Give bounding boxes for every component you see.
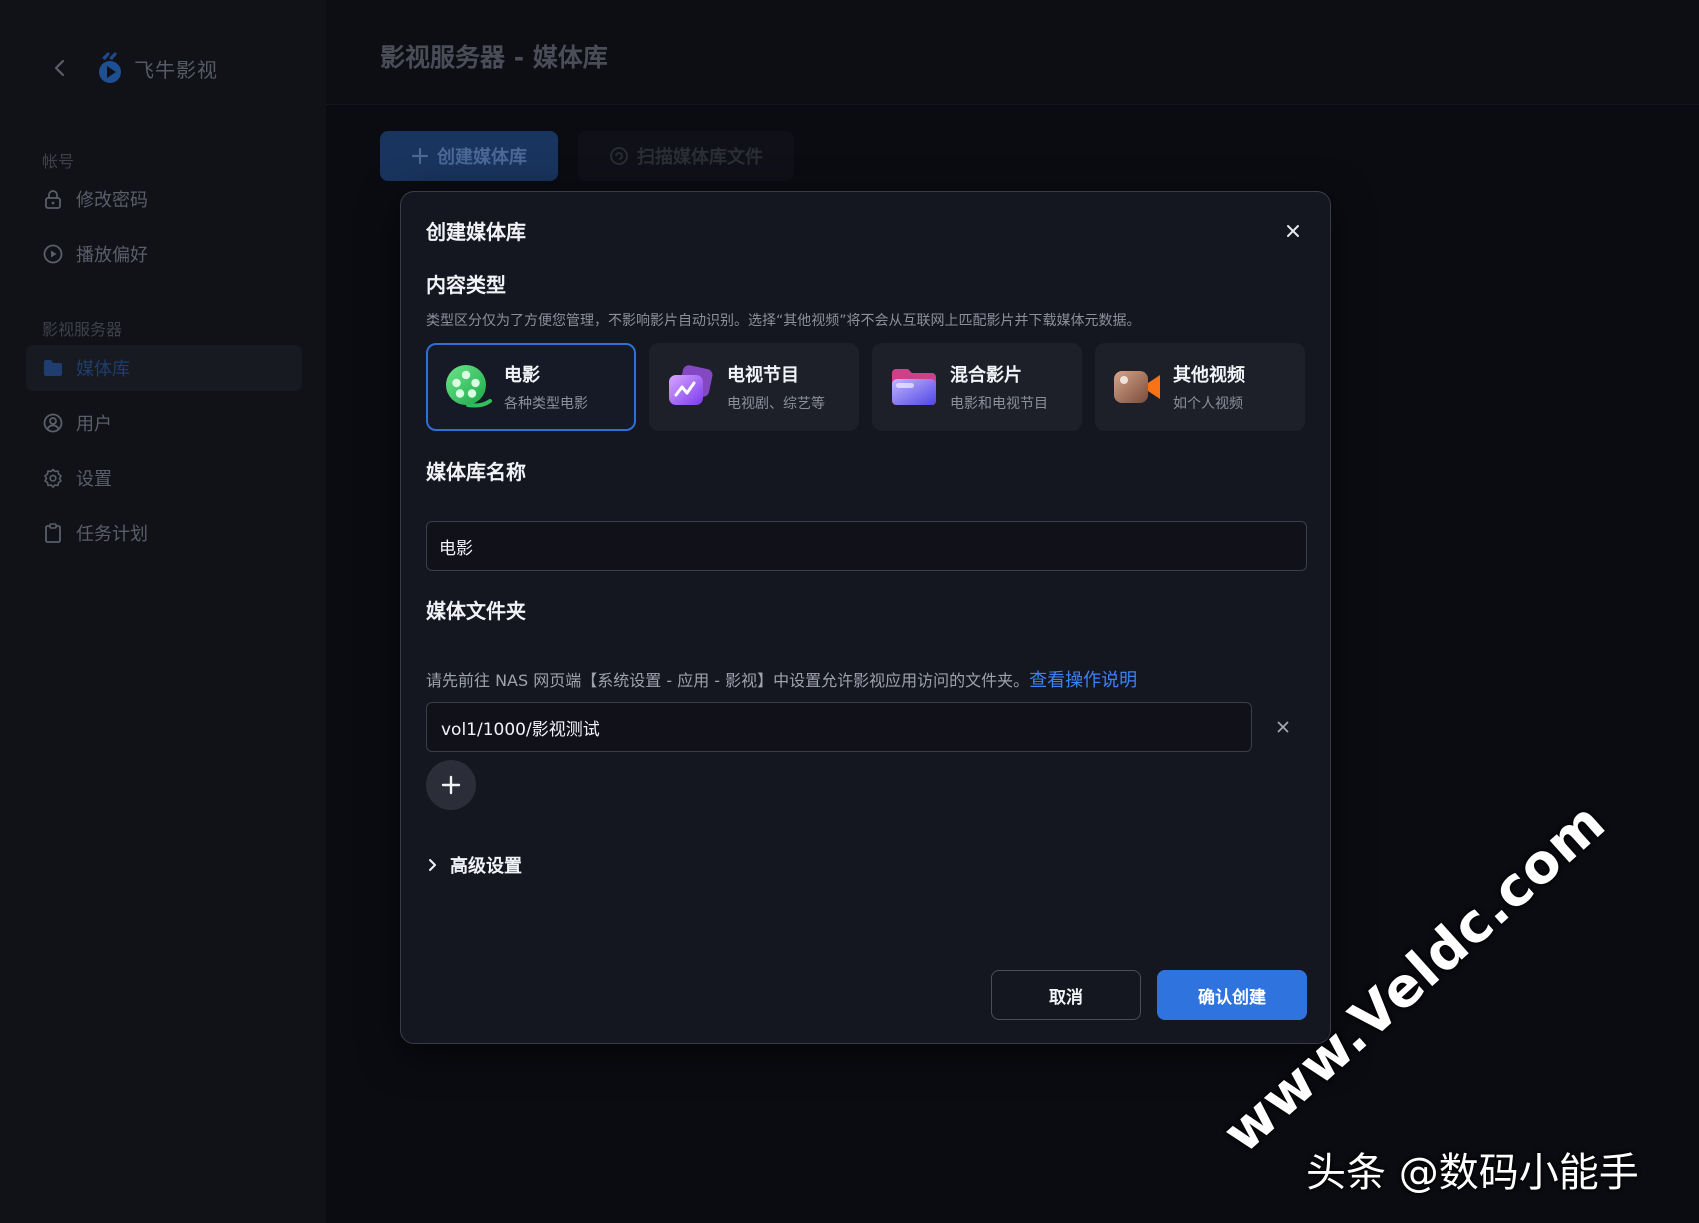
media-folder-hint-text: 请先前往 NAS 网页端【系统设置 - 应用 - 影视】中设置允许影视应用访问的…: [426, 671, 1030, 690]
sidebar-item-label: 修改密码: [76, 190, 148, 211]
type-option-desc: 电影和电视节目: [950, 396, 1048, 412]
type-option-desc: 电视剧、综艺等: [727, 396, 825, 412]
library-name-input[interactable]: [426, 521, 1307, 571]
type-option-other-video[interactable]: 其他视频 如个人视频: [1095, 343, 1305, 431]
sidebar-item-label: 播放偏好: [76, 245, 148, 266]
close-icon: [1287, 225, 1299, 237]
plus-icon: [411, 147, 429, 165]
add-folder-button[interactable]: [426, 760, 476, 810]
back-button[interactable]: [48, 56, 72, 80]
create-library-button[interactable]: 创建媒体库: [380, 131, 558, 181]
confirm-create-button[interactable]: 确认创建: [1157, 970, 1307, 1020]
sidebar-item-label: 媒体库: [76, 359, 130, 380]
gear-icon: [42, 467, 64, 489]
tv-icon: [669, 365, 713, 405]
media-folder-path-input[interactable]: [426, 702, 1252, 752]
lock-icon: [42, 188, 64, 210]
chevron-left-icon: [54, 59, 65, 77]
type-option-desc: 各种类型电影: [504, 396, 588, 412]
type-option-name: 电影: [504, 365, 540, 386]
sidebar: 飞牛影视 帐号 修改密码 播放偏好 影视服务器 媒体库 用户 设置 任务计划: [0, 0, 326, 1223]
sidebar-item-scheduled-tasks[interactable]: 任务计划: [26, 510, 302, 556]
remove-folder-button[interactable]: [1271, 715, 1295, 739]
view-instructions-link[interactable]: 查看操作说明: [1029, 670, 1137, 691]
scan-library-label: 扫描媒体库文件: [637, 147, 763, 167]
refresh-icon: [610, 147, 628, 165]
type-option-name: 电视节目: [727, 365, 799, 386]
create-library-dialog: 创建媒体库 内容类型 类型区分仅为了方便您管理，不影响影片自动识别。选择“其他视…: [400, 191, 1331, 1044]
type-option-mixed[interactable]: 混合影片 电影和电视节目: [872, 343, 1082, 431]
content-type-hint: 类型区分仅为了方便您管理，不影响影片自动识别。选择“其他视频”将不会从互联网上匹…: [426, 313, 1141, 329]
advanced-settings-toggle[interactable]: 高级设置: [426, 852, 522, 878]
plus-icon: [441, 775, 461, 795]
advanced-settings-label: 高级设置: [450, 856, 522, 877]
film-reel-icon: [446, 365, 492, 408]
close-icon: [1277, 721, 1289, 733]
sidebar-item-label: 设置: [76, 469, 112, 490]
section-label-account: 帐号: [42, 152, 75, 171]
sidebar-item-label: 任务计划: [76, 524, 148, 545]
user-icon: [42, 412, 64, 434]
sidebar-item-users[interactable]: 用户: [26, 400, 302, 446]
author-watermark: 头条 @数码小能手: [1306, 1150, 1639, 1196]
page-title: 影视服务器 - 媒体库: [380, 43, 608, 72]
type-option-name: 其他视频: [1173, 365, 1245, 386]
sidebar-item-label: 用户: [76, 414, 112, 435]
sidebar-item-change-password[interactable]: 修改密码: [26, 176, 302, 222]
folder-icon: [42, 357, 64, 379]
content-type-options: 电影 各种类型电影 电视节目 电视剧、综艺等 混合影片 电影和电视节目 其他视频…: [426, 343, 1305, 431]
type-option-movie[interactable]: 电影 各种类型电影: [426, 343, 636, 431]
type-option-tv-show[interactable]: 电视节目 电视剧、综艺等: [649, 343, 859, 431]
media-folder-label: 媒体文件夹: [426, 599, 526, 623]
play-circle-icon: [42, 243, 64, 265]
type-option-desc: 如个人视频: [1173, 396, 1243, 412]
create-library-label: 创建媒体库: [437, 147, 527, 167]
sidebar-item-media-library[interactable]: 媒体库: [26, 345, 302, 391]
content-type-label: 内容类型: [426, 273, 506, 297]
app-logo-icon: [99, 52, 121, 83]
brand: 飞牛影视: [48, 52, 218, 84]
camera-icon: [1114, 371, 1160, 403]
brand-name: 飞牛影视: [134, 57, 218, 82]
library-name-label: 媒体库名称: [426, 460, 526, 484]
media-folder-hint: 请先前往 NAS 网页端【系统设置 - 应用 - 影视】中设置允许影视应用访问的…: [426, 666, 1137, 692]
clipboard-icon: [42, 522, 64, 544]
sidebar-item-playback-preference[interactable]: 播放偏好: [26, 231, 302, 277]
scan-library-button[interactable]: 扫描媒体库文件: [578, 131, 794, 181]
dialog-title: 创建媒体库: [426, 220, 526, 244]
mixed-folder-icon: [892, 369, 936, 405]
close-button[interactable]: [1281, 219, 1305, 243]
sidebar-item-settings[interactable]: 设置: [26, 455, 302, 501]
chevron-right-icon: [429, 859, 436, 871]
type-option-name: 混合影片: [950, 365, 1022, 386]
section-label-media-server: 影视服务器: [42, 320, 123, 339]
cancel-button[interactable]: 取消: [991, 970, 1141, 1020]
top-bar: 影视服务器 - 媒体库: [326, 0, 1699, 105]
